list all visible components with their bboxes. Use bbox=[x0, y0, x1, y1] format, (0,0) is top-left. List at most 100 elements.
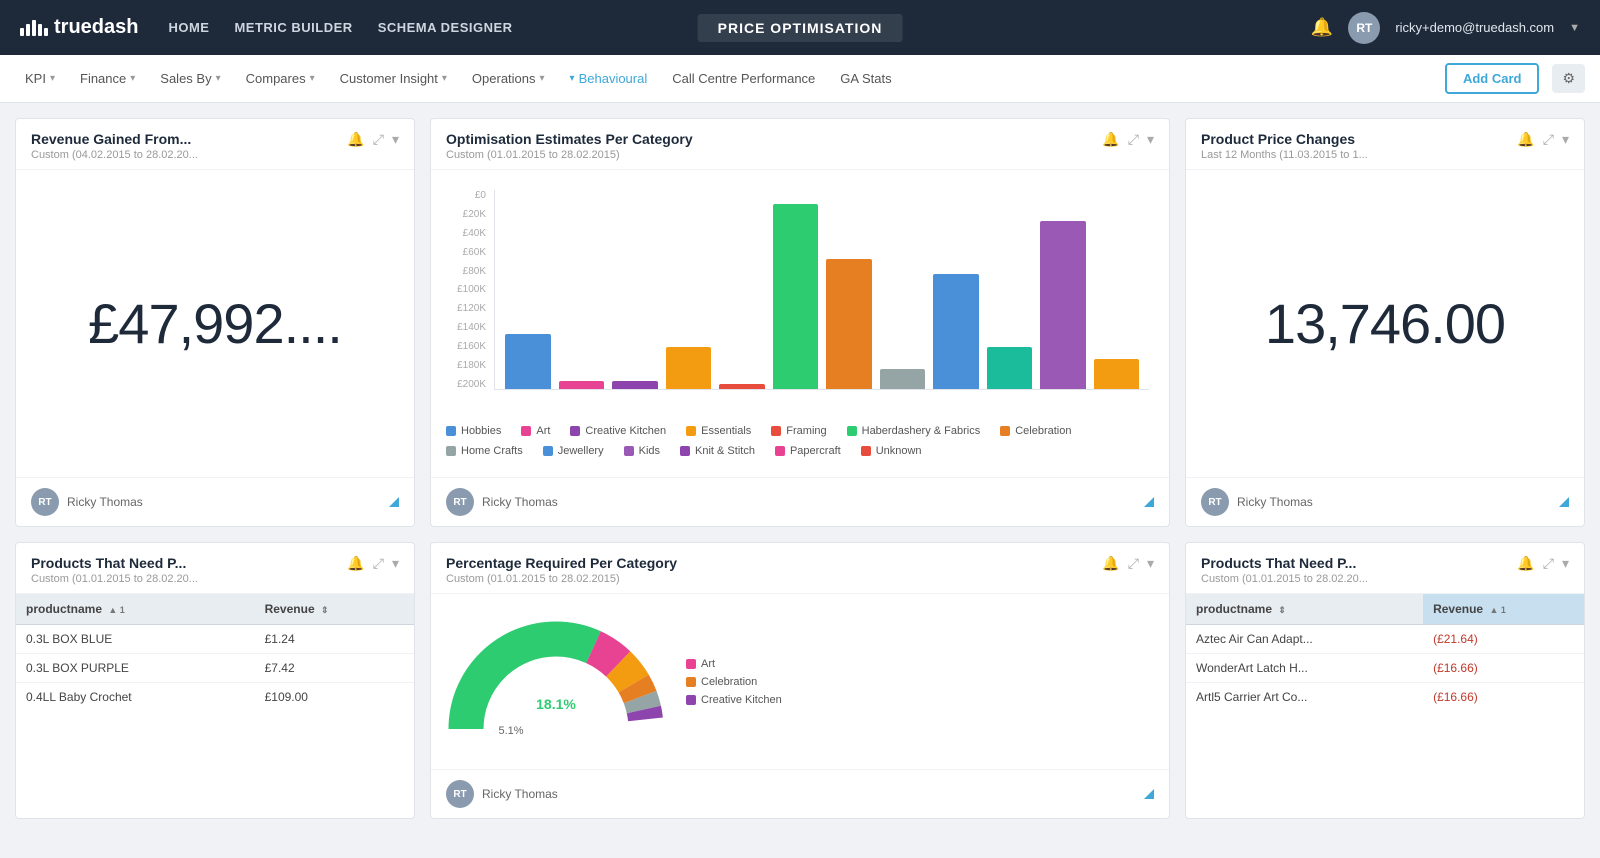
submenu-sales-by[interactable]: Sales By ▾ bbox=[150, 66, 230, 91]
submenu-finance[interactable]: Finance ▾ bbox=[70, 66, 145, 91]
table-row: Aztec Air Can Adapt...(£21.64) bbox=[1186, 625, 1584, 654]
card-chart-actions: 🔔 ⤢ ▾ bbox=[1102, 131, 1154, 148]
user-dropdown-icon[interactable]: ▼ bbox=[1569, 22, 1580, 34]
chevron-down-icon[interactable]: ▾ bbox=[1562, 131, 1569, 148]
legend-item-1: Art bbox=[521, 425, 550, 437]
legend-dot bbox=[771, 426, 781, 436]
chevron-down-icon: ▾ bbox=[442, 73, 447, 84]
submenu-customer-insight[interactable]: Customer Insight ▾ bbox=[330, 66, 457, 91]
chevron-down-icon[interactable]: ▾ bbox=[1562, 555, 1569, 572]
cell-revenue: £7.42 bbox=[255, 654, 414, 683]
submenu-behavioural-label: Behavioural bbox=[579, 71, 648, 86]
legend-dot bbox=[680, 446, 690, 456]
table-row: 0.3L BOX BLUE£1.24 bbox=[16, 625, 414, 654]
legend-dot bbox=[861, 446, 871, 456]
card-optimisation-estimates: Optimisation Estimates Per Category Cust… bbox=[430, 118, 1170, 527]
card-chart-subtitle: Custom (01.01.2015 to 28.02.2015) bbox=[446, 149, 1102, 161]
legend-item-5: Haberdashery & Fabrics bbox=[847, 425, 981, 437]
submenu-call-centre[interactable]: Call Centre Performance bbox=[662, 66, 825, 91]
legend-label: Art bbox=[536, 425, 550, 437]
legend-label: Jewellery bbox=[558, 445, 604, 457]
footer-triangle bbox=[1559, 497, 1569, 507]
chevron-down-icon[interactable]: ▾ bbox=[1147, 131, 1154, 148]
revenue-value: £47,992.... bbox=[31, 185, 399, 462]
submenu-call-centre-label: Call Centre Performance bbox=[672, 71, 815, 86]
card-table-left-actions: 🔔 ⤢ ▾ bbox=[347, 555, 399, 572]
submenu-compares-label: Compares bbox=[246, 71, 306, 86]
bar-9 bbox=[987, 347, 1033, 389]
card-table-left-header: Products That Need P... Custom (01.01.20… bbox=[16, 543, 414, 594]
svg-text:5.1%: 5.1% bbox=[498, 725, 523, 737]
submenu-compares[interactable]: Compares ▾ bbox=[236, 66, 325, 91]
bar-chart: £200K £180K £160K £140K £120K £100K £80K… bbox=[446, 185, 1154, 462]
legend-dot bbox=[446, 426, 456, 436]
donut-chart: 18.1% 5.1% bbox=[446, 609, 666, 754]
card-products-table-left: Products That Need P... Custom (01.01.20… bbox=[15, 542, 415, 819]
col-productname-right[interactable]: productname ⇕ bbox=[1186, 594, 1423, 625]
y-label-20k: £20K bbox=[446, 209, 491, 220]
legend-label: Unknown bbox=[876, 445, 922, 457]
cell-productname: 0.3L BOX BLUE bbox=[16, 625, 255, 654]
col-revenue-right[interactable]: Revenue ▲ 1 bbox=[1423, 594, 1584, 625]
bell-icon[interactable]: 🔔 bbox=[347, 131, 364, 148]
legend-dot bbox=[847, 426, 857, 436]
cell-revenue: £1.24 bbox=[255, 625, 414, 654]
sort-icon: ▲ 1 bbox=[108, 605, 124, 615]
bell-icon[interactable]: 🔔 bbox=[1102, 131, 1119, 148]
legend-dot bbox=[570, 426, 580, 436]
card-revenue-actions: 🔔 ⤢ ▾ bbox=[347, 131, 399, 148]
expand-icon[interactable]: ⤢ bbox=[1128, 555, 1139, 572]
y-label-40k: £40K bbox=[446, 228, 491, 239]
legend-item-6: Celebration bbox=[1000, 425, 1071, 437]
submenu-behavioural[interactable]: ▾ Behavioural bbox=[560, 66, 658, 91]
y-label-140k: £140K bbox=[446, 322, 491, 333]
card-table-right-title: Products That Need P... bbox=[1201, 555, 1517, 571]
expand-icon[interactable]: ⤢ bbox=[1543, 555, 1554, 572]
notification-bell-icon[interactable]: 🔔 bbox=[1311, 17, 1333, 38]
expand-icon[interactable]: ⤢ bbox=[1543, 131, 1554, 148]
price-changes-value: 13,746.00 bbox=[1201, 185, 1569, 462]
add-card-button[interactable]: Add Card bbox=[1445, 63, 1540, 94]
footer-author: Ricky Thomas bbox=[482, 787, 558, 801]
submenu-operations[interactable]: Operations ▾ bbox=[462, 66, 555, 91]
bell-icon[interactable]: 🔔 bbox=[1517, 555, 1534, 572]
chevron-down-icon[interactable]: ▾ bbox=[392, 131, 399, 148]
y-label-180k: £180K bbox=[446, 360, 491, 371]
donut-container: 18.1% 5.1% ArtCelebrationCreative Kitche… bbox=[446, 609, 1154, 754]
legend-dot bbox=[686, 426, 696, 436]
card-table-right-body: productname ⇕ Revenue ▲ 1 Aztec Air Can … bbox=[1186, 594, 1584, 818]
expand-icon[interactable]: ⤢ bbox=[1128, 131, 1139, 148]
chevron-down-icon: ▾ bbox=[130, 73, 135, 84]
nav-schema-designer[interactable]: SCHEMA DESIGNER bbox=[378, 19, 513, 37]
cell-productname: WonderArt Latch H... bbox=[1186, 654, 1423, 683]
submenu-kpi[interactable]: KPI ▾ bbox=[15, 66, 65, 91]
col-revenue[interactable]: Revenue ⇕ bbox=[255, 594, 414, 625]
logo[interactable]: truedash bbox=[20, 16, 138, 39]
expand-icon[interactable]: ⤢ bbox=[373, 555, 384, 572]
chevron-down-icon: ▾ bbox=[50, 73, 55, 84]
bar-3 bbox=[666, 347, 712, 389]
bell-icon[interactable]: 🔔 bbox=[1517, 131, 1534, 148]
legend-label: Celebration bbox=[1015, 425, 1071, 437]
legend-dot bbox=[521, 426, 531, 436]
legend-dot bbox=[624, 446, 634, 456]
card-revenue-gained: Revenue Gained From... Custom (04.02.201… bbox=[15, 118, 415, 527]
legend-item-4: Framing bbox=[771, 425, 826, 437]
products-table-right: productname ⇕ Revenue ▲ 1 Aztec Air Can … bbox=[1186, 594, 1584, 711]
submenu: KPI ▾ Finance ▾ Sales By ▾ Compares ▾ Cu… bbox=[0, 55, 1600, 103]
nav-metric-builder[interactable]: METRIC BUILDER bbox=[234, 19, 352, 37]
cell-productname: Aztec Air Can Adapt... bbox=[1186, 625, 1423, 654]
bell-icon[interactable]: 🔔 bbox=[347, 555, 364, 572]
bell-icon[interactable]: 🔔 bbox=[1102, 555, 1119, 572]
submenu-ga-stats[interactable]: GA Stats bbox=[830, 66, 901, 91]
y-label-80k: £80K bbox=[446, 266, 491, 277]
submenu-operations-label: Operations bbox=[472, 71, 536, 86]
chevron-down-icon[interactable]: ▾ bbox=[392, 555, 399, 572]
col-productname[interactable]: productname ▲ 1 bbox=[16, 594, 255, 625]
settings-gear-icon[interactable]: ⚙ bbox=[1552, 64, 1585, 93]
footer-avatar: RT bbox=[446, 780, 474, 808]
chevron-down-icon[interactable]: ▾ bbox=[1147, 555, 1154, 572]
expand-icon[interactable]: ⤢ bbox=[373, 131, 384, 148]
chart-legend: HobbiesArtCreative KitchenEssentialsFram… bbox=[446, 425, 1154, 457]
nav-home[interactable]: HOME bbox=[168, 19, 209, 37]
